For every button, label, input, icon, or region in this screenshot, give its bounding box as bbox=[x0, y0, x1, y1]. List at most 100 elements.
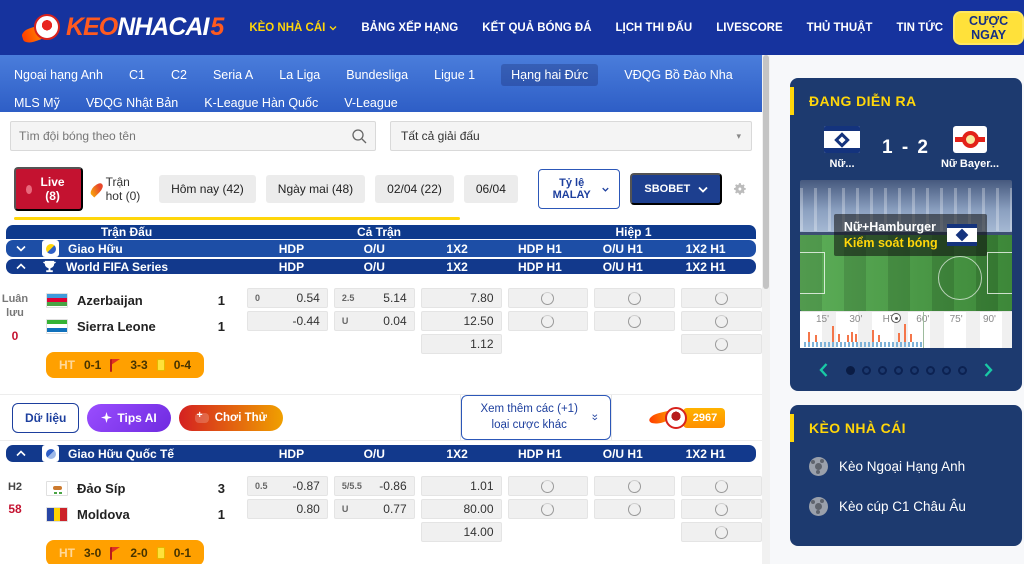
section-world-fifa-series[interactable]: World FIFA Series HDP O/U 1X2 HDP H1 O/U… bbox=[6, 259, 756, 274]
link-keo-ngoai-hang-anh[interactable]: Kèo Ngoại Hạng Anh bbox=[790, 457, 1022, 476]
odds-cell[interactable]: 00.54 bbox=[247, 288, 328, 308]
odds-cell[interactable] bbox=[681, 476, 762, 496]
tab-today[interactable]: Hôm nay (42) bbox=[159, 175, 256, 203]
vertical-scrollbar[interactable] bbox=[762, 55, 770, 564]
tab-date-0204[interactable]: 02/04 (22) bbox=[375, 175, 454, 203]
odds-col-label: O/U H1 bbox=[584, 260, 661, 274]
league-link[interactable]: V-League bbox=[344, 92, 398, 114]
odds-cell[interactable] bbox=[681, 499, 762, 519]
carousel-dot[interactable] bbox=[942, 366, 951, 375]
tab-live[interactable]: Live (8) bbox=[14, 167, 83, 211]
gear-icon[interactable] bbox=[732, 178, 748, 200]
league-link[interactable]: La Liga bbox=[279, 64, 320, 86]
carousel-next-icon[interactable] bbox=[980, 361, 998, 379]
odds-cell[interactable] bbox=[681, 334, 762, 354]
league-link[interactable]: C1 bbox=[129, 64, 145, 86]
odds-cell[interactable]: 1.01 bbox=[421, 476, 502, 496]
match-status-cell: Luân lưu 0 bbox=[0, 288, 30, 378]
odds-cell[interactable]: 14.00 bbox=[421, 522, 502, 542]
match-timeline[interactable]: 15' 30' HT 60' 75' 90' bbox=[800, 311, 1012, 348]
menu-item-lich-thi-dau[interactable]: LỊCH THI ĐẤU bbox=[616, 22, 693, 34]
odds-cell[interactable]: 12.50 bbox=[421, 311, 502, 331]
carousel-dot[interactable] bbox=[846, 366, 855, 375]
menu-item-ket-qua[interactable]: KẾT QUẢ BÓNG ĐÁ bbox=[482, 22, 591, 34]
away-team-line[interactable]: Moldova 1 bbox=[36, 502, 241, 526]
collapse-chevron-icon[interactable] bbox=[6, 263, 36, 270]
bookmaker-select[interactable]: SBOBET bbox=[630, 173, 722, 205]
odds-cell[interactable] bbox=[508, 476, 589, 496]
odds-cell[interactable] bbox=[594, 476, 675, 496]
league-link[interactable]: MLS Mỹ bbox=[14, 92, 60, 114]
collapse-chevron-icon[interactable] bbox=[6, 450, 36, 457]
odds-cell[interactable]: 1.12 bbox=[421, 334, 502, 354]
link-keo-cup-c1[interactable]: Kèo cúp C1 Châu Âu bbox=[790, 497, 1022, 516]
odds-cell[interactable] bbox=[508, 311, 589, 331]
home-team-line[interactable]: Azerbaijan 1 bbox=[36, 288, 241, 312]
odds-cell[interactable] bbox=[594, 311, 675, 331]
tab-hot[interactable]: Trận hot (0) bbox=[93, 175, 149, 203]
menu-item-keo-nha-cai[interactable]: KÈO NHÀ CÁI bbox=[249, 22, 337, 34]
odds-cell[interactable]: U0.04 bbox=[334, 311, 415, 331]
league-link[interactable]: Hạng hai Đức bbox=[501, 64, 598, 86]
odds-cell[interactable]: U0.77 bbox=[334, 499, 415, 519]
carousel-dot[interactable] bbox=[894, 366, 903, 375]
odds-cell[interactable] bbox=[508, 499, 589, 519]
league-link[interactable]: Bundesliga bbox=[346, 64, 408, 86]
carousel-dot[interactable] bbox=[926, 366, 935, 375]
carousel-dot[interactable] bbox=[878, 366, 887, 375]
scrollbar-thumb[interactable] bbox=[763, 55, 769, 289]
more-bets-button[interactable]: Xem thêm các (+1) loại cược khác bbox=[461, 395, 611, 440]
league-filter-select[interactable]: Tất cả giải đấu ▾ bbox=[390, 121, 752, 151]
home-team-line[interactable]: Đảo Síp 3 bbox=[36, 476, 241, 500]
odds-cell[interactable] bbox=[681, 311, 762, 331]
tab-tomorrow[interactable]: Ngày mai (48) bbox=[266, 175, 365, 203]
league-link[interactable]: Seria A bbox=[213, 64, 253, 86]
teams-cell[interactable]: Đảo Síp 3 Moldova 1 HT3-0 2-0 0-1 bbox=[36, 476, 241, 564]
live-match-scoreline[interactable]: Nữ... 1 - 2 Nữ Bayer... bbox=[790, 126, 1022, 170]
tips-ai-button[interactable]: Tips AI bbox=[87, 404, 170, 432]
away-team-line[interactable]: Sierra Leone 1 bbox=[36, 314, 241, 338]
odds-cell[interactable]: 2.55.14 bbox=[334, 288, 415, 308]
odds-cell[interactable]: 7.80 bbox=[421, 288, 502, 308]
odds-cell[interactable]: 0.5-0.87 bbox=[247, 476, 328, 496]
league-link[interactable]: Ngoại hạng Anh bbox=[14, 64, 103, 86]
match-row-dao-sip-moldova: H2 58 Đảo Síp 3 Moldova 1 HT3-0 bbox=[0, 463, 762, 564]
league-link[interactable]: VĐQG Bồ Đào Nha bbox=[624, 64, 732, 86]
carousel-dot[interactable] bbox=[862, 366, 871, 375]
odds-cell[interactable] bbox=[681, 522, 762, 542]
pressure-bar bbox=[847, 335, 849, 342]
carousel-dot[interactable] bbox=[958, 366, 967, 375]
search-input[interactable] bbox=[19, 129, 351, 143]
chevron-down-icon bbox=[329, 24, 337, 32]
odds-cell[interactable]: 80.00 bbox=[421, 499, 502, 519]
collapse-chevron-icon[interactable] bbox=[6, 245, 36, 252]
odds-cell[interactable]: 0.80 bbox=[247, 499, 328, 519]
odds-cell[interactable]: 5/5.5-0.86 bbox=[334, 476, 415, 496]
odds-type-select[interactable]: Tỷ lệ MALAY bbox=[538, 169, 620, 209]
section-giao-huu[interactable]: Giao Hữu HDP O/U 1X2 HDP H1 O/U H1 1X2 H… bbox=[6, 240, 756, 257]
league-link[interactable]: VĐQG Nhật Bản bbox=[86, 92, 178, 114]
teams-cell[interactable]: Azerbaijan 1 Sierra Leone 1 HT0-1 3-3 0-… bbox=[36, 288, 241, 378]
league-link[interactable]: Ligue 1 bbox=[434, 64, 475, 86]
play-demo-button[interactable]: Chơi Thử bbox=[179, 405, 283, 431]
site-logo[interactable]: Keonhacai5 bbox=[26, 13, 223, 43]
section-giao-huu-quoc-te[interactable]: Giao Hữu Quốc Tế HDP O/U 1X2 HDP H1 O/U … bbox=[6, 445, 756, 462]
tab-date-0604[interactable]: 06/04 bbox=[464, 175, 518, 203]
bet-now-button[interactable]: CƯỢC NGAY bbox=[953, 11, 1024, 45]
odds-cell[interactable] bbox=[594, 499, 675, 519]
menu-item-livescore[interactable]: LIVESCORE bbox=[716, 22, 782, 34]
live-pitch-visual[interactable]: Nữ+Hamburger Kiểm soát bóng bbox=[800, 180, 1012, 311]
menu-item-thu-thuat[interactable]: THỦ THUẬT bbox=[807, 22, 873, 34]
league-link[interactable]: K-League Hàn Quốc bbox=[204, 92, 318, 114]
carousel-dot[interactable] bbox=[910, 366, 919, 375]
data-button[interactable]: Dữ liệu bbox=[12, 403, 79, 433]
carousel-prev-icon[interactable] bbox=[815, 361, 833, 379]
menu-item-bang-xep-hang[interactable]: BẢNG XẾP HẠNG bbox=[361, 22, 458, 34]
odds-cell[interactable] bbox=[594, 288, 675, 308]
odds-cell[interactable] bbox=[681, 288, 762, 308]
menu-item-tin-tuc[interactable]: TIN TỨC bbox=[896, 22, 943, 34]
odds-cell[interactable]: -0.44 bbox=[247, 311, 328, 331]
league-link[interactable]: C2 bbox=[171, 64, 187, 86]
odds-cell[interactable] bbox=[508, 288, 589, 308]
hot-match-counter[interactable]: 2967 bbox=[649, 407, 725, 429]
